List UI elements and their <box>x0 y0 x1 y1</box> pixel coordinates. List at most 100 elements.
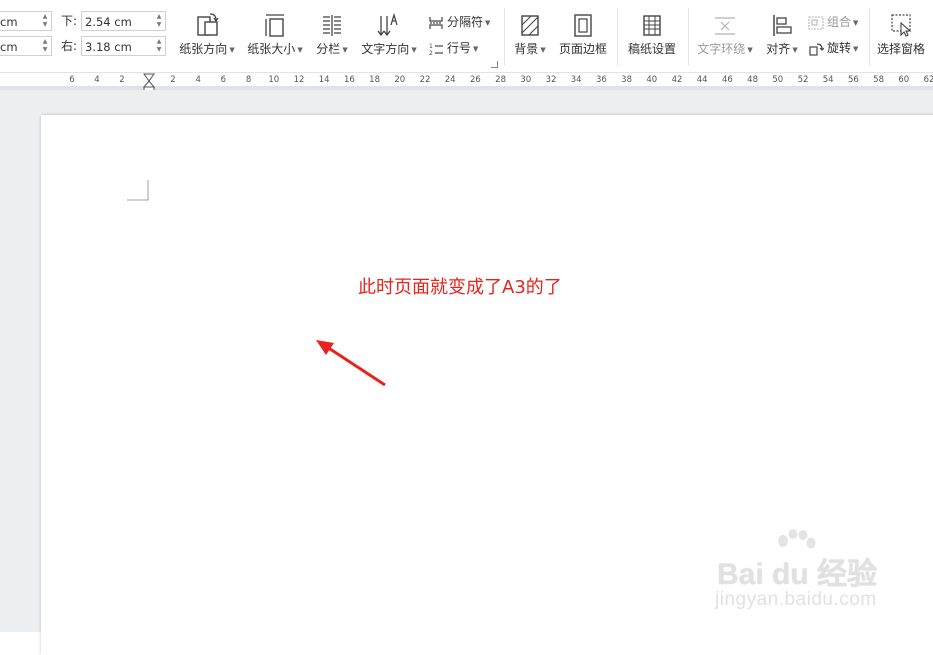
align-button[interactable]: 对齐 ▼ <box>761 0 803 66</box>
ruler-tick-label: 58 <box>873 75 885 85</box>
line-numbers-button[interactable]: 1 2 行号 ▼ <box>428 38 478 58</box>
ruler-tick-label: 38 <box>621 75 633 85</box>
right-margin-label: 右: <box>61 39 78 53</box>
paper-size-label: 纸张大小 <box>247 42 296 56</box>
group-dropdown-icon[interactable]: ▼ <box>853 19 858 27</box>
left-margin-field[interactable]: cm ▲ ▼ <box>0 36 52 56</box>
breaks-dropdown-icon[interactable]: ▼ <box>485 19 490 27</box>
svg-text:2: 2 <box>429 50 433 56</box>
ruler-tick-label: 4 <box>94 75 100 85</box>
margin-corner-mark <box>127 180 149 201</box>
svg-text:1: 1 <box>429 43 433 50</box>
watermark-brand: Bai du 经验 <box>717 558 878 591</box>
bottom-margin-value: 2.54 cm <box>85 15 132 29</box>
text-direction-label: 文字方向 <box>361 42 410 56</box>
ruler-tick-label: 2 <box>119 75 125 85</box>
top-margin-value: cm <box>0 15 18 29</box>
align-label: 对齐 <box>766 42 791 56</box>
breaks-label: 分隔符 <box>447 15 484 29</box>
orientation-icon <box>197 13 219 36</box>
red-arrow-icon <box>316 340 386 387</box>
ruler-tick-label: 30 <box>520 75 532 85</box>
right-margin-spinner-icon[interactable]: ▲ ▼ <box>155 38 163 54</box>
orientation-dropdown-icon[interactable]: ▼ <box>229 46 234 54</box>
ruler-tick-label: 6 <box>69 75 75 85</box>
indent-marker-icon[interactable] <box>143 73 155 91</box>
ruler-tick-label: 42 <box>671 75 683 85</box>
rotate-dropdown-icon[interactable]: ▼ <box>853 45 858 53</box>
columns-dropdown-icon[interactable]: ▼ <box>342 46 347 54</box>
text-direction-dropdown-icon[interactable]: ▼ <box>411 46 416 54</box>
line-numbers-icon: 1 2 <box>429 43 443 56</box>
ruler-tick-label: 44 <box>696 75 708 85</box>
top-margin-spinner-icon[interactable]: ▲ ▼ <box>41 13 49 29</box>
ruler-tick-label: 48 <box>747 75 759 85</box>
line-numbers-label: 行号 <box>447 41 472 55</box>
ruler-tick-label: 26 <box>469 75 481 85</box>
text-wrap-button[interactable]: 文字环绕 ▼ <box>693 0 757 66</box>
ruler-tick-label: 14 <box>318 75 330 85</box>
bottom-margin-field[interactable]: 2.54 cm ▲ ▼ <box>81 11 166 31</box>
group-icon <box>808 15 824 30</box>
right-margin-field[interactable]: 3.18 cm ▲ ▼ <box>81 36 166 56</box>
orientation-button[interactable]: 纸张方向 ▼ <box>175 0 239 66</box>
ruler-tick-label: 2 <box>170 75 176 85</box>
bottom-margin-spinner-icon[interactable]: ▲ ▼ <box>155 13 163 29</box>
paper-size-dropdown-icon[interactable]: ▼ <box>297 46 302 54</box>
ruler-tick-label: 12 <box>293 75 305 85</box>
ruler-tick-label: 62 <box>923 75 933 85</box>
ruler-tick-label: 52 <box>797 75 809 85</box>
paper-size-button[interactable]: 纸张大小 ▼ <box>243 0 307 66</box>
ruler-tick-label: 56 <box>847 75 859 85</box>
page-setup-launcher-icon[interactable] <box>491 61 498 68</box>
background-dropdown-icon[interactable]: ▼ <box>540 46 545 54</box>
top-margin-field[interactable]: cm ▲ ▼ <box>0 11 52 31</box>
text-wrap-label: 文字环绕 <box>697 42 746 56</box>
selection-pane-button[interactable]: 选择窗格 <box>872 0 930 66</box>
left-margin-spinner-icon[interactable]: ▲ ▼ <box>41 38 49 54</box>
align-icon <box>773 15 792 36</box>
ruler-tick-label: 46 <box>721 75 733 85</box>
ruler-tick-label: 36 <box>595 75 607 85</box>
manuscript-button[interactable]: 稿纸设置 <box>622 0 682 66</box>
background-icon <box>521 15 539 36</box>
rotate-button[interactable]: 旋转 ▼ <box>808 38 858 58</box>
ruler-tick-label: 24 <box>444 75 456 85</box>
text-wrap-icon <box>715 17 735 35</box>
right-margin-value: 3.18 cm <box>85 40 132 54</box>
line-numbers-dropdown-icon[interactable]: ▼ <box>473 45 478 53</box>
group-button[interactable]: 组合 ▼ <box>808 12 858 32</box>
left-margin-value: cm <box>0 40 18 54</box>
separator <box>617 8 618 66</box>
group-label: 组合 <box>827 15 852 29</box>
align-dropdown-icon[interactable]: ▼ <box>792 46 797 54</box>
selection-pane-icon <box>891 14 912 37</box>
ruler-tick-label: 32 <box>545 75 557 85</box>
ruler-tick-label: 8 <box>245 75 252 85</box>
selection-pane-label: 选择窗格 <box>876 42 925 56</box>
columns-button[interactable]: 分栏 ▼ <box>311 0 353 66</box>
paper-size-icon <box>265 14 284 37</box>
background-button[interactable]: 背景 ▼ <box>510 0 550 66</box>
columns-label: 分栏 <box>316 42 341 56</box>
bottom-margin-label: 下: <box>61 14 78 28</box>
ruler-tick-label: 60 <box>898 75 910 85</box>
ruler-tick-label: 6 <box>220 75 227 85</box>
ruler-tick-label: 34 <box>570 75 582 85</box>
manuscript-label: 稿纸设置 <box>627 42 676 56</box>
text-wrap-dropdown-icon[interactable]: ▼ <box>747 46 752 54</box>
page-border-button[interactable]: 页面边框 <box>555 0 611 66</box>
ruler-tick-label: 16 <box>343 75 355 85</box>
text-direction-button[interactable]: 文字方向 ▼ <box>358 0 420 66</box>
ruler-tick-label: 28 <box>495 75 507 85</box>
separator <box>504 8 505 66</box>
breaks-button[interactable]: 分隔符 ▼ <box>428 12 490 32</box>
page-border-icon <box>574 14 592 37</box>
separator <box>869 8 870 66</box>
ruler-tick-label: 54 <box>822 75 834 85</box>
orientation-label: 纸张方向 <box>179 42 228 56</box>
columns-icon <box>323 15 341 36</box>
breaks-icon <box>429 16 443 29</box>
horizontal-ruler[interactable]: 6 4 2 2 4 6 8 10 12 14 16 18 20 22 24 26 28 30 32 34 36 38 40 4… <box>0 73 933 91</box>
ruler-tick-label: 20 <box>394 75 406 85</box>
